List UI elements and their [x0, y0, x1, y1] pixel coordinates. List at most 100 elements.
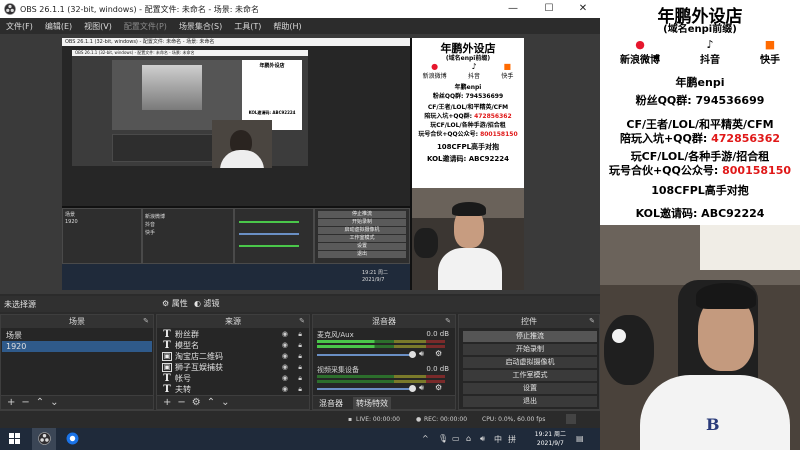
volume-slider[interactable] — [317, 388, 413, 390]
mixer-dock: 混音器 ✎ 麦克风/Aux 0.0 dB 🔊︎ ⚙ 视频采集设备 0.0 dB 🔊… — [312, 314, 456, 410]
preview-poster: 年鹏外设店 (域名enpi前缀) ● 新浪微博 ♪ 抖音 ■ 快手 年鹏enpi 粉丝… — [412, 38, 524, 188]
menu-tools[interactable]: 工具(T) — [228, 21, 267, 32]
menu-edit[interactable]: 编辑(E) — [39, 21, 78, 32]
preview-poster-line3: 玩CF/LOL/各种手游/招合租 — [430, 122, 506, 129]
remove-icon[interactable]: − — [177, 397, 185, 409]
speaker-icon[interactable]: 🔊︎ — [480, 434, 485, 444]
eye-icon: ◉ — [281, 374, 288, 382]
browser-taskbar-icon[interactable] — [60, 428, 84, 450]
source-item[interactable]: T 夫转 ◉ 🔒︎ — [158, 384, 308, 395]
eye-icon: ◉ — [281, 385, 288, 393]
poster-subtitle: (域名enpi前缀) — [663, 24, 737, 35]
mixer-channel-label: 麦克风/Aux — [317, 331, 354, 339]
gear-icon[interactable]: ⚙ — [435, 383, 442, 392]
shirt-logo: B — [706, 415, 720, 434]
move-down-icon[interactable]: ⌄ — [221, 397, 229, 409]
menu-profile[interactable]: 配置文件(P) — [118, 21, 173, 32]
notification-icon[interactable]: ▤ — [576, 434, 584, 443]
add-icon[interactable]: + — [163, 397, 171, 409]
start-recording-button[interactable]: 开始录制 — [463, 344, 597, 355]
text-icon: T — [163, 329, 171, 340]
volume-slider-knob[interactable] — [409, 351, 416, 358]
source-item[interactable]: ▣ 狮子互娱捕获 ◉ 🔒︎ — [158, 362, 308, 373]
exit-button[interactable]: 退出 — [463, 396, 597, 407]
virtual-camera-button[interactable]: 启动虚拟摄像机 — [463, 357, 597, 368]
nested-inner-preview: 年鹏外设店 KOL邀请码: ABC92224 — [72, 56, 308, 166]
menu-view[interactable]: 视图(V) — [78, 21, 118, 32]
tab-mixer[interactable]: 混音器 — [319, 398, 343, 409]
ime-mode-icon[interactable]: 拼 — [508, 434, 516, 445]
close-button[interactable]: ✕ — [568, 0, 598, 18]
weibo-icon: ● 新浪微博 — [422, 62, 447, 80]
poster-line6: KOL邀请码: ABC92224 — [600, 205, 800, 225]
weibo-icon: ● 新浪微博 — [620, 38, 660, 66]
rec-timer: REC: 00:00:00 — [424, 416, 468, 423]
scene-item[interactable]: 场景 — [2, 330, 152, 341]
volume-slider-knob[interactable] — [409, 385, 416, 392]
audio-meter — [317, 340, 445, 343]
chevron-up-icon[interactable]: ^ — [422, 434, 429, 443]
nested-inner-image — [142, 65, 202, 110]
source-item[interactable]: T 帐号 ◉ 🔒︎ — [158, 373, 308, 384]
gear-icon[interactable]: ⚙ — [192, 397, 201, 409]
menu-scene-collection[interactable]: 场景集合(S) — [173, 21, 228, 32]
mixer-tabs: 混音器 转场特效 — [313, 395, 455, 410]
source-item[interactable]: T 粉丝群 ◉ 🔒︎ — [158, 329, 308, 340]
live-timer: LIVE: 00:00:00 — [356, 416, 400, 423]
settings-button[interactable]: 设置 — [463, 383, 597, 394]
streamer-shirt — [640, 375, 790, 450]
dock-pin-icon: ✎ — [445, 317, 451, 325]
move-down-icon[interactable]: ⌄ — [50, 397, 58, 409]
mixer-channel-db: 0.0 dB — [426, 365, 449, 373]
taskbar: ^ 🎙︎ ▭ ⌂ 🔊︎ 中 拼 19:21 周二 2021/9/7 ▤ — [0, 428, 600, 450]
poster-line2: 陪玩入坑+QQ群: 472856362 — [619, 132, 781, 145]
studio-mode-button[interactable]: 工作室模式 — [463, 370, 597, 381]
source-item[interactable]: T 模型名 ◉ 🔒︎ — [158, 340, 308, 351]
source-toolbar: 未选择源 ⚙ 属性 ◐ 滤镜 — [0, 296, 600, 312]
maximize-button[interactable]: ☐ — [534, 0, 564, 18]
poster-socials: ● 新浪微博 ♪ 抖音 ■ 快手 — [600, 38, 800, 70]
add-icon[interactable]: + — [7, 397, 15, 409]
stream-info-poster: 年鹏外设店 (域名enpi前缀) ● 新浪微博 ♪ 抖音 ■ 快手 年鹏enpi 粉丝… — [600, 0, 800, 205]
scenes-dock: 场景 ✎ 场景 1920 + − ⌃ ⌄ — [0, 314, 154, 410]
speaker-icon[interactable]: 🔊︎ — [419, 383, 424, 393]
ime-icon[interactable]: 中 — [494, 434, 502, 445]
display-icon[interactable]: ▭ — [452, 434, 460, 443]
speaker-icon[interactable]: 🔊︎ — [419, 349, 424, 359]
obs-taskbar-icon[interactable] — [32, 428, 56, 450]
lock-icon: 🔒︎ — [298, 341, 302, 349]
scenes-toolbar: + − ⌃ ⌄ — [1, 395, 153, 409]
obs-window: OBS 26.1.1 (32-bit, windows) - 配置文件: 未命名… — [0, 0, 600, 428]
move-up-icon[interactable]: ⌃ — [36, 397, 44, 409]
eye-icon: ◉ — [281, 352, 288, 360]
source-item[interactable]: ▣ 淘宝店二维码 ◉ 🔒︎ — [158, 351, 308, 362]
filter-icon: ◐ — [194, 299, 201, 308]
windows-start-icon[interactable] — [0, 428, 28, 450]
live-icon: ▪ — [348, 416, 353, 423]
text-icon: T — [163, 373, 171, 384]
network-icon[interactable]: ⌂ — [466, 434, 471, 443]
plush-toy — [604, 315, 654, 385]
taskbar-clock[interactable]: 19:21 周二 2021/9/7 — [535, 430, 566, 448]
gear-icon: ⚙ — [162, 299, 170, 308]
menu-help[interactable]: 帮助(H) — [267, 21, 307, 32]
filters-button[interactable]: ◐ 滤镜 — [194, 298, 220, 309]
remove-icon[interactable]: − — [21, 397, 29, 409]
menu-file[interactable]: 文件(F) — [0, 21, 39, 32]
mixer-dock-header: 混音器 ✎ — [313, 315, 455, 328]
scene-item-selected[interactable]: 1920 — [2, 341, 152, 352]
tab-transitions[interactable]: 转场特效 — [353, 397, 391, 410]
lock-icon: 🔒︎ — [298, 363, 302, 371]
gear-icon[interactable]: ⚙ — [435, 349, 442, 358]
volume-slider[interactable] — [317, 354, 413, 356]
minimize-button[interactable]: — — [498, 0, 528, 18]
microphone-icon[interactable]: 🎙︎ — [438, 434, 448, 443]
stop-streaming-button[interactable]: 停止推流 — [463, 331, 597, 342]
lock-icon: 🔒︎ — [298, 374, 302, 382]
webcam-feed: B — [600, 225, 800, 450]
rec-icon: ● — [416, 416, 422, 423]
properties-button[interactable]: ⚙ 属性 — [162, 298, 188, 309]
move-up-icon[interactable]: ⌃ — [207, 397, 215, 409]
window-title: OBS 26.1.1 (32-bit, windows) - 配置文件: 未命名… — [20, 4, 260, 14]
preview-canvas[interactable]: OBS 26.1.1 (32-bit, windows) - 配置文件: 未命名… — [62, 38, 524, 290]
